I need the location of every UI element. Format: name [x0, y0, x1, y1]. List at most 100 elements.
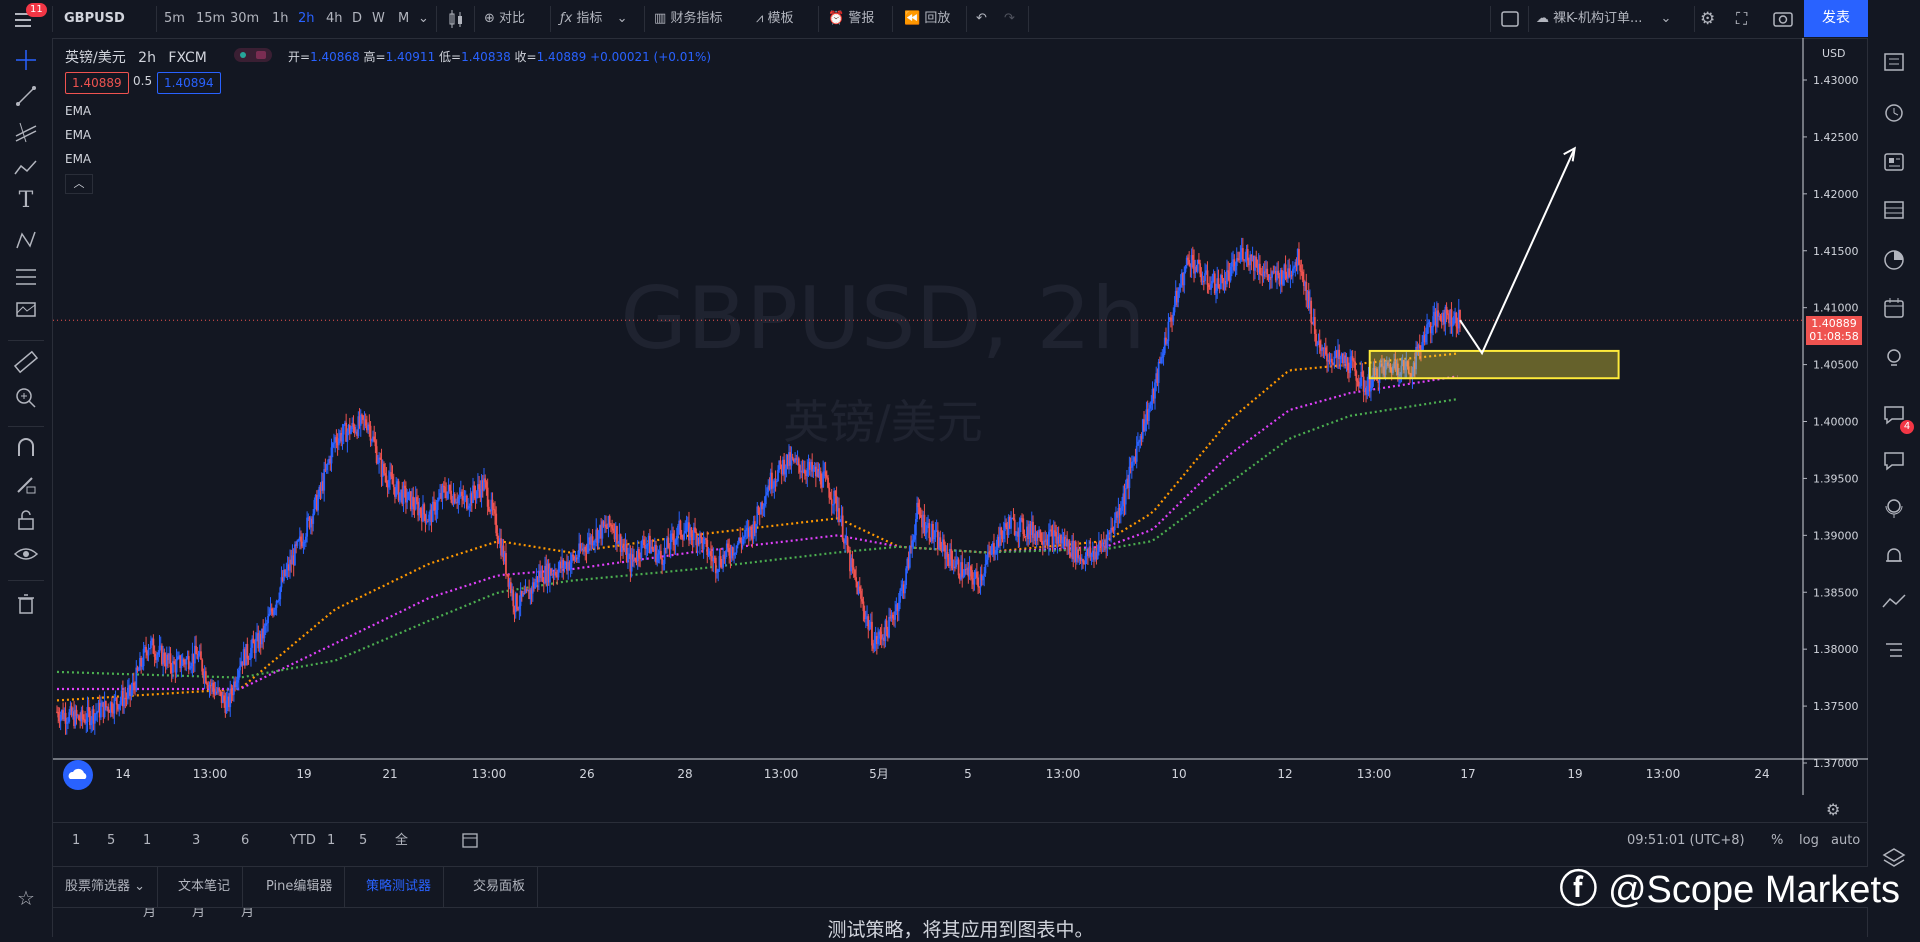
- timeframe-30m[interactable]: 30m: [230, 0, 259, 38]
- timeframe-W[interactable]: W: [372, 0, 385, 38]
- candle-body: [894, 611, 897, 620]
- fullscreen-layout-icon[interactable]: [1500, 0, 1520, 38]
- candle-body: [855, 577, 857, 582]
- layout-menu[interactable]: ☁ 裸K-机构订单... ⌄: [1536, 0, 1671, 38]
- templates-button[interactable]: ⩘ 模板: [756, 0, 794, 38]
- range-button[interactable]: 3个月: [192, 823, 205, 920]
- ruler-icon[interactable]: [12, 348, 40, 376]
- timeframe-2h[interactable]: 2h: [298, 0, 315, 38]
- calendar-icon[interactable]: [1880, 294, 1908, 322]
- candle-body: [905, 568, 908, 586]
- pattern-tool-icon[interactable]: [12, 154, 40, 182]
- sell-price-button[interactable]: 1.40889: [65, 72, 129, 94]
- range-button[interactable]: 全部: [395, 823, 408, 884]
- chevron-down-icon[interactable]: ⌄: [418, 0, 429, 38]
- candle-body: [182, 659, 185, 662]
- candle-body: [911, 540, 914, 547]
- chart-settings-gear-icon[interactable]: ⚙: [1826, 800, 1840, 819]
- bottom-tab[interactable]: Pine编辑器: [254, 867, 346, 907]
- candle-body: [858, 586, 861, 591]
- ideas-lightbulb-icon[interactable]: [1880, 344, 1908, 372]
- price-chart[interactable]: GBPUSD, 2h 英镑/美元 1.43000 1.42500 1.42000 1.4…: [53, 38, 1868, 795]
- news-icon[interactable]: [1880, 148, 1908, 176]
- range-button[interactable]: 1天: [72, 823, 85, 884]
- publish-button[interactable]: 发表: [1804, 0, 1868, 37]
- ema-indicator-label[interactable]: EMA: [65, 128, 91, 142]
- ema-indicator-label[interactable]: EMA: [65, 104, 91, 118]
- range-button[interactable]: 1年: [327, 823, 340, 884]
- measure-lines-icon[interactable]: [12, 262, 40, 290]
- redo-icon[interactable]: ↷: [1004, 0, 1015, 38]
- market-status-toggle[interactable]: [234, 48, 272, 62]
- range-button[interactable]: 6个月: [241, 823, 254, 920]
- fullscreen-icon[interactable]: ⛶: [1736, 0, 1747, 38]
- private-chat-icon[interactable]: [1880, 446, 1908, 474]
- bar-chart-icon: ▥: [654, 11, 667, 26]
- replay-button[interactable]: ⏪ 回放: [904, 0, 950, 38]
- candle-body: [169, 653, 172, 668]
- candle-body: [1052, 530, 1055, 548]
- trading-panel-icon[interactable]: [1880, 588, 1908, 616]
- streams-icon[interactable]: [1880, 494, 1908, 522]
- tradingview-logo-icon[interactable]: [63, 760, 93, 790]
- hotlist-icon[interactable]: [1880, 246, 1908, 274]
- prediction-tool-icon[interactable]: [12, 226, 40, 254]
- candle-body: [1039, 529, 1042, 541]
- compare-button[interactable]: ⊕ 对比: [484, 0, 525, 38]
- text-tool-icon[interactable]: T: [12, 188, 40, 216]
- timeframe-15m[interactable]: 15m: [196, 0, 225, 38]
- settings-gear-icon[interactable]: ⚙: [1700, 0, 1715, 38]
- candle-body: [248, 658, 251, 660]
- bottom-tab[interactable]: 交易面板: [461, 867, 539, 907]
- trash-icon[interactable]: [12, 590, 40, 618]
- candle-type-icon[interactable]: [447, 0, 465, 38]
- date-range-calendar-icon[interactable]: [461, 823, 479, 859]
- eye-icon[interactable]: [12, 540, 40, 568]
- timeframe-4h[interactable]: 4h: [326, 0, 343, 38]
- magnet-icon[interactable]: [12, 434, 40, 462]
- ema-indicator-label[interactable]: EMA: [65, 152, 91, 166]
- candle-body: [1061, 540, 1064, 544]
- range-button[interactable]: YTD: [290, 823, 316, 859]
- alert-button[interactable]: ⏰ 警报: [828, 0, 874, 38]
- buy-price-button[interactable]: 1.40894: [157, 72, 221, 94]
- candle-body: [204, 671, 207, 684]
- bottom-tab[interactable]: 文本笔记: [166, 867, 244, 907]
- bottom-tab[interactable]: 股票筛选器 ⌄: [53, 867, 159, 907]
- pencil-lock-icon[interactable]: [12, 470, 40, 498]
- timezone-clock[interactable]: 09:51:01 (UTC+8): [1627, 823, 1745, 859]
- alarm-clock-icon[interactable]: [1880, 98, 1908, 126]
- percent-scale-toggle[interactable]: %: [1771, 823, 1783, 859]
- data-window-icon[interactable]: [1880, 196, 1908, 224]
- watchlist-icon[interactable]: [1880, 48, 1908, 76]
- crosshair-icon[interactable]: [12, 46, 40, 74]
- camera-icon[interactable]: [1772, 0, 1794, 38]
- auto-scale-toggle[interactable]: auto: [1831, 823, 1860, 859]
- financials-button[interactable]: ▥ 财务指标: [654, 0, 722, 38]
- symbol-search[interactable]: GBPUSD: [64, 0, 125, 38]
- object-tree-icon[interactable]: [1880, 636, 1908, 664]
- star-favorites-icon[interactable]: ☆: [12, 886, 40, 914]
- fib-tool-icon[interactable]: [12, 118, 40, 146]
- collapse-legend-chevron-up-icon[interactable]: ︿: [65, 174, 93, 194]
- range-button[interactable]: 5天: [107, 823, 120, 884]
- indicators-button[interactable]: ƒx 指标 ⌄: [560, 0, 627, 38]
- range-button[interactable]: 1个月: [143, 823, 156, 920]
- undo-icon[interactable]: ↶: [976, 0, 987, 38]
- timeframe-D[interactable]: D: [352, 0, 362, 38]
- candle-body: [1427, 323, 1430, 325]
- timeframe-5m[interactable]: 5m: [164, 0, 185, 38]
- currency-label[interactable]: USD: [1818, 46, 1850, 61]
- lock-icon[interactable]: [12, 506, 40, 534]
- flag-icon[interactable]: [12, 296, 40, 324]
- notification-bell-icon[interactable]: [1880, 542, 1908, 570]
- trend-line-icon[interactable]: [12, 82, 40, 110]
- bottom-tab[interactable]: 策略测试器: [354, 867, 445, 907]
- time-tick-label: 26: [579, 767, 594, 781]
- zoom-in-icon[interactable]: [12, 384, 40, 412]
- timeframe-M[interactable]: M: [398, 0, 409, 38]
- timeframe-1h[interactable]: 1h: [272, 0, 289, 38]
- range-button[interactable]: 5年: [359, 823, 372, 884]
- candle-body: [1239, 252, 1242, 260]
- log-scale-toggle[interactable]: log: [1799, 823, 1819, 859]
